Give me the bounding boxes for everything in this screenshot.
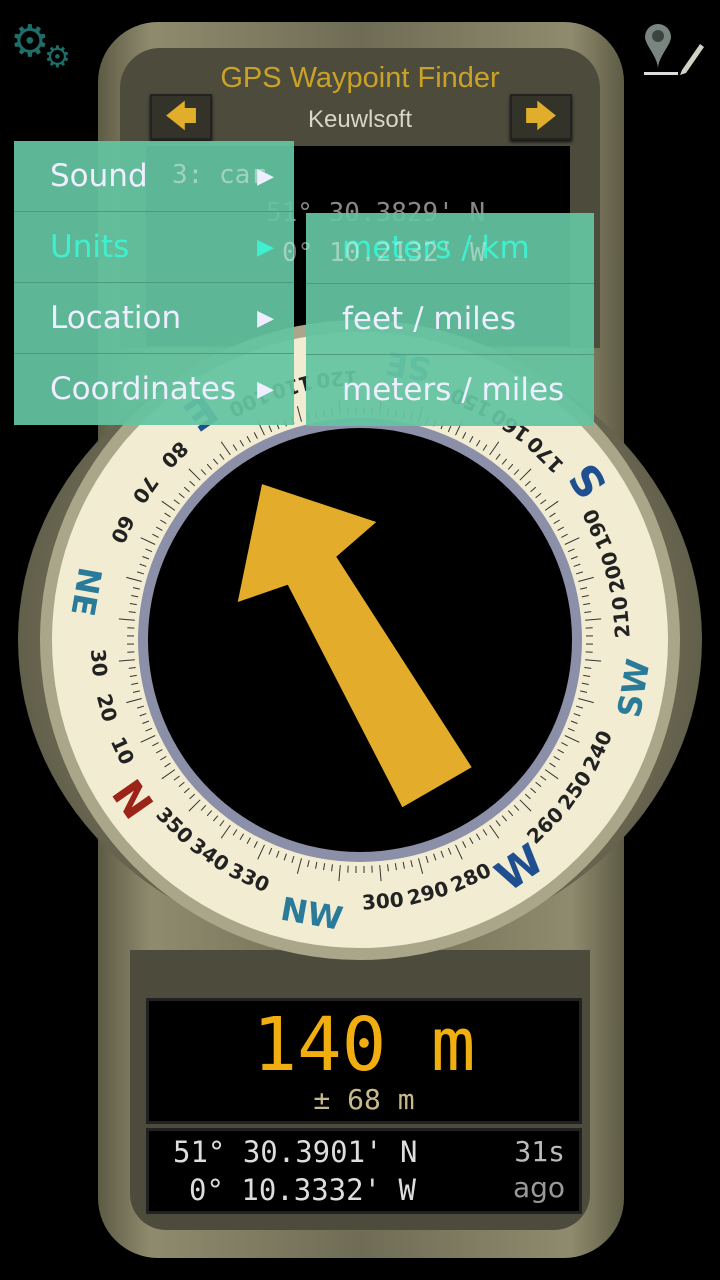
distance-accuracy: ± 68 m: [313, 1083, 415, 1116]
submenu-arrow-icon: ▶: [257, 235, 274, 260]
menu-item-coordinates[interactable]: Coordinates ▶: [14, 354, 294, 425]
fix-age-suffix: ago: [512, 1171, 565, 1204]
position-panel: 51° 30.3901' N 0° 10.3332' W 31s ago: [146, 1128, 582, 1214]
menu-item-label: Sound: [50, 158, 148, 194]
fix-age: 31s: [514, 1135, 565, 1168]
menu-item-label: Location: [50, 300, 182, 336]
menu-item-sound[interactable]: Sound ▶: [14, 141, 294, 212]
menu-item-label: Coordinates: [50, 371, 237, 407]
dial-number: 300: [361, 887, 405, 915]
distance-panel: 140 m ± 68 m: [146, 998, 582, 1124]
menu-item-label: Units: [50, 229, 130, 265]
current-lon: 0° 10.3332' W: [189, 1173, 416, 1207]
submenu-item-meters-km[interactable]: meters / km: [306, 213, 594, 284]
current-lat: 51° 30.3901' N: [173, 1135, 418, 1169]
submenu-arrow-icon: ▶: [257, 306, 274, 331]
submenu-item-feet-miles[interactable]: feet / miles: [306, 284, 594, 355]
submenu-item-label: meters / km: [342, 230, 530, 266]
submenu-item-label: meters / miles: [342, 372, 565, 408]
dial-number: 210: [607, 595, 635, 639]
submenu-item-label: feet / miles: [342, 301, 517, 337]
submenu-arrow-icon: ▶: [257, 164, 274, 189]
menu-item-location[interactable]: Location ▶: [14, 283, 294, 354]
distance-value: 140 m: [252, 1002, 476, 1088]
menu-item-units[interactable]: Units ▶: [14, 212, 294, 283]
submenu-arrow-icon: ▶: [257, 377, 274, 402]
units-submenu: meters / km feet / miles meters / miles: [306, 213, 594, 426]
settings-menu: Sound ▶ Units ▶ Location ▶ Coordinates ▶: [14, 141, 294, 425]
dial-number: 30: [86, 648, 112, 678]
submenu-item-meters-miles[interactable]: meters / miles: [306, 355, 594, 426]
